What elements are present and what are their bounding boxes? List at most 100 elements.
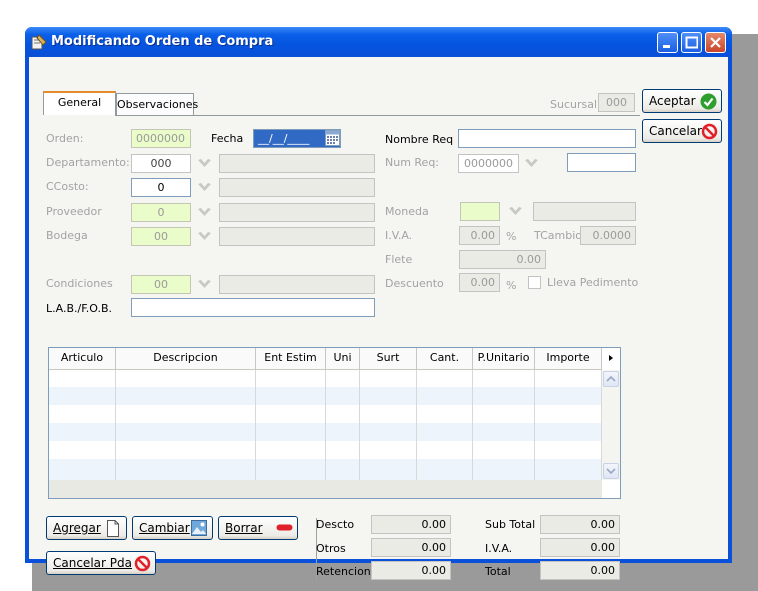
title-bar[interactable]: Modificando Orden de Compra <box>25 27 732 57</box>
col-importe[interactable]: Importe <box>535 348 602 369</box>
minimize-button[interactable] <box>657 32 678 53</box>
scroll-columns-right-icon[interactable] <box>605 352 617 364</box>
scroll-up-icon <box>606 375 616 382</box>
proveedor-dropdown-icon[interactable] <box>195 204 214 221</box>
sucursal-field: 000 <box>598 93 635 112</box>
condiciones-dropdown-icon[interactable] <box>195 276 214 293</box>
cancelar-button[interactable]: Cancelar <box>642 119 722 143</box>
borrar-button[interactable]: Borrar <box>218 516 298 540</box>
col-p-unitario[interactable]: P.Unitario <box>473 348 535 369</box>
fecha-value: __/__/____ <box>258 132 310 145</box>
departamento-desc <box>219 154 375 173</box>
lleva-pedimento-label: Lleva Pedimento <box>547 276 639 289</box>
items-grid[interactable]: Articulo Descripcion Ent Estim Uni Surt … <box>48 347 621 499</box>
bodega-field[interactable]: 00 <box>131 227 191 246</box>
bodega-dropdown-icon[interactable] <box>195 228 214 245</box>
close-button[interactable] <box>705 32 726 53</box>
num-req-label: Num Req: <box>385 156 440 169</box>
bodega-label: Bodega <box>46 229 88 242</box>
total-label: Total <box>485 565 511 578</box>
borrar-label: Borrar <box>225 521 263 535</box>
proveedor-label: Proveedor <box>46 205 102 218</box>
grid-vertical-scrollbar[interactable] <box>602 370 620 480</box>
scroll-down-button[interactable] <box>603 463 619 479</box>
otros-field: 0.00 <box>371 538 451 557</box>
iva-percent: % <box>506 230 517 243</box>
client-area: General Observaciones Sucursal 000 Acept… <box>29 57 728 582</box>
fecha-label: Fecha <box>211 132 244 145</box>
descto-field: 0.00 <box>371 515 451 534</box>
ccosto-field[interactable]: 0 <box>131 178 191 197</box>
lleva-pedimento-checkbox[interactable] <box>528 276 541 289</box>
nombre-req-label: Nombre Req <box>385 133 454 146</box>
proveedor-field[interactable]: 0 <box>131 203 191 222</box>
col-articulo[interactable]: Articulo <box>49 348 116 369</box>
scroll-up-button[interactable] <box>603 371 619 387</box>
col-surt[interactable]: Surt <box>360 348 417 369</box>
departamento-dropdown-icon[interactable] <box>195 155 214 172</box>
scroll-down-icon <box>606 468 616 475</box>
flete-field: 0.00 <box>459 250 546 269</box>
col-descripcion[interactable]: Descripcion <box>116 348 256 369</box>
tcambio-field: 0.0000 <box>580 226 636 245</box>
departamento-field[interactable]: 000 <box>131 154 191 173</box>
sub-total-field: 0.00 <box>540 515 620 534</box>
lab-fob-label: L.A.B./F.O.B. <box>46 302 113 315</box>
descuento-percent: % <box>506 279 517 292</box>
cancelar-pda-button[interactable]: Cancelar Pda <box>46 551 156 575</box>
nombre-req-field[interactable] <box>458 129 636 148</box>
agregar-button[interactable]: Agregar <box>46 516 127 540</box>
bodega-desc <box>219 227 375 246</box>
otros-label: Otros <box>316 542 346 555</box>
lab-fob-field[interactable] <box>131 298 375 317</box>
flete-label: Flete <box>385 253 413 266</box>
col-uni[interactable]: Uni <box>326 348 360 369</box>
grid-columns <box>49 369 602 480</box>
tab-divider <box>115 115 640 116</box>
tab-general[interactable]: General <box>43 91 116 115</box>
cancel-icon <box>701 123 718 140</box>
grid-footer <box>49 480 602 498</box>
maximize-button[interactable] <box>681 32 702 53</box>
condiciones-field[interactable]: 00 <box>131 275 191 294</box>
num-req-field[interactable]: 0000000 <box>458 154 519 173</box>
agregar-label: Agregar <box>53 521 101 535</box>
iva-label: I.V.A. <box>385 229 413 242</box>
num-req-extra-field[interactable] <box>567 153 636 172</box>
new-document-icon <box>107 520 119 537</box>
orden-label: Orden: <box>46 132 84 145</box>
moneda-dropdown-icon[interactable] <box>506 203 525 220</box>
cancelar-pda-label: Cancelar Pda <box>53 556 132 570</box>
cancel-icon <box>134 555 151 572</box>
cancelar-label: Cancelar <box>649 124 702 138</box>
num-req-dropdown-icon[interactable] <box>522 155 541 172</box>
edit-image-icon <box>191 520 207 536</box>
total-field: 0.00 <box>540 561 620 580</box>
aceptar-label: Aceptar <box>649 94 696 108</box>
condiciones-desc <box>219 275 375 294</box>
ccosto-desc <box>219 178 375 197</box>
grid-header: Articulo Descripcion Ent Estim Uni Surt … <box>49 348 602 370</box>
tab-observaciones[interactable]: Observaciones <box>116 93 198 115</box>
orden-field[interactable]: 0000000 <box>131 129 191 148</box>
retencion-field: 0.00 <box>371 561 451 580</box>
calendar-icon[interactable] <box>325 130 340 146</box>
ccosto-dropdown-icon[interactable] <box>195 179 214 196</box>
moneda-label: Moneda <box>385 205 429 218</box>
minimize-icon <box>663 45 670 48</box>
close-icon <box>710 37 721 48</box>
moneda-field[interactable] <box>460 202 500 221</box>
moneda-desc <box>533 202 636 221</box>
aceptar-button[interactable]: Aceptar <box>642 89 722 113</box>
cambiar-button[interactable]: Cambiar <box>132 516 213 540</box>
total-iva-label: I.V.A. <box>485 542 513 555</box>
col-cant[interactable]: Cant. <box>417 348 473 369</box>
sub-total-label: Sub Total <box>485 518 536 531</box>
col-ent-estim[interactable]: Ent Estim <box>256 348 326 369</box>
descuento-label: Descuento <box>385 277 444 290</box>
iva-field: 0.00 <box>459 226 500 245</box>
proveedor-desc <box>219 203 375 222</box>
cambiar-label: Cambiar <box>139 521 190 535</box>
sucursal-label: Sucursal <box>550 98 598 111</box>
descto-label: Descto <box>316 518 355 531</box>
